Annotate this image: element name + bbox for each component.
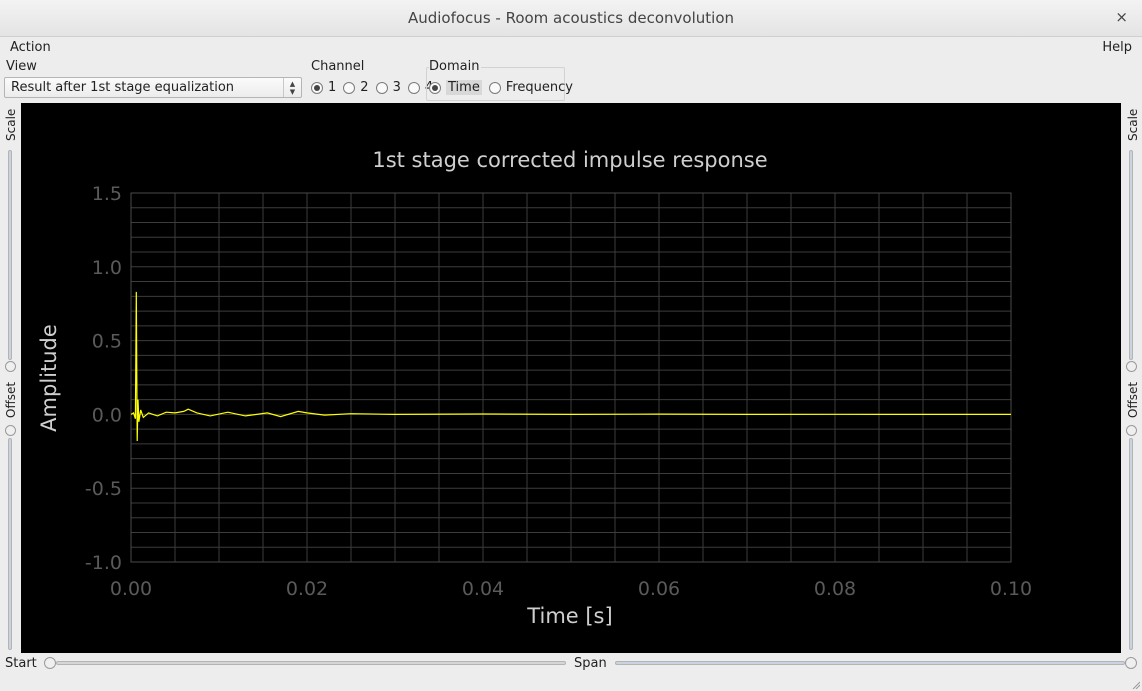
y-tick-label: 1.5 xyxy=(92,183,122,205)
domain-radio-group: Time Frequency xyxy=(429,80,580,95)
spin-arrows-icon: ▲ ▼ xyxy=(283,78,301,97)
title-bar: Audiofocus - Room acoustics deconvolutio… xyxy=(0,0,1142,37)
x-tick-label: 0.02 xyxy=(286,578,328,600)
menu-bar: Action Help xyxy=(0,37,1142,59)
right-scale-slider[interactable] xyxy=(1129,150,1133,360)
plot-canvas[interactable]: 0.00 0.02 0.04 0.06 0.08 0.10 1.5 1.0 0.5 0.0 -0.5… xyxy=(21,103,1121,653)
domain-radio-frequency[interactable] xyxy=(488,81,501,94)
y-tick-label: -1.0 xyxy=(85,552,122,574)
left-scale-label: Scale xyxy=(4,108,18,141)
grid-layer xyxy=(130,192,1012,563)
channel-option-2[interactable]: 2 xyxy=(360,80,368,95)
x-tick-label: 0.10 xyxy=(990,578,1032,600)
window-title: Audiofocus - Room acoustics deconvolutio… xyxy=(407,9,735,27)
channel-label: Channel xyxy=(311,59,365,74)
y-axis-label: Amplitude xyxy=(37,324,61,432)
view-label: View xyxy=(6,59,37,74)
chart-title: 1st stage corrected impulse response xyxy=(372,148,767,172)
x-tick-label: 0.04 xyxy=(462,578,504,600)
span-slider-handle[interactable] xyxy=(1125,657,1137,669)
right-offset-handle[interactable] xyxy=(1126,425,1137,436)
y-tick-label: 0.0 xyxy=(92,404,122,426)
left-scale-handle[interactable] xyxy=(5,361,16,372)
close-icon[interactable]: × xyxy=(1115,8,1128,26)
domain-option-frequency[interactable]: Frequency xyxy=(506,80,573,95)
menu-help[interactable]: Help xyxy=(1102,40,1132,55)
channel-radio-4[interactable] xyxy=(407,81,420,94)
channel-radio-group: 1 2 3 4 xyxy=(311,80,440,95)
view-selected-value: Result after 1st stage equalization xyxy=(11,80,235,95)
start-label: Start xyxy=(5,656,37,671)
view-select[interactable]: Result after 1st stage equalization ▲ ▼ xyxy=(4,77,302,98)
right-scale-label: Scale xyxy=(1126,108,1140,141)
resize-grip-icon[interactable] xyxy=(1132,681,1140,689)
left-scale-slider[interactable] xyxy=(8,150,12,360)
start-slider[interactable] xyxy=(56,661,566,665)
y-tick-label: 1.0 xyxy=(92,257,122,279)
right-scale-handle[interactable] xyxy=(1126,361,1137,372)
span-slider[interactable] xyxy=(615,661,1125,665)
start-slider-handle[interactable] xyxy=(44,657,56,669)
left-offset-handle[interactable] xyxy=(5,425,16,436)
channel-radio-3[interactable] xyxy=(375,81,388,94)
domain-label: Domain xyxy=(429,59,482,74)
channel-radio-2[interactable] xyxy=(343,81,356,94)
impulse-response-chart: 0.00 0.02 0.04 0.06 0.08 0.10 1.5 1.0 0.5 0.0 -0.5… xyxy=(37,148,1032,628)
right-offset-label: Offset xyxy=(1126,381,1140,418)
tick-layer: 0.00 0.02 0.04 0.06 0.08 0.10 1.5 1.0 0.5 0.0 -0.5… xyxy=(85,183,1032,600)
left-offset-label: Offset xyxy=(4,381,18,418)
x-axis-label: Time [s] xyxy=(526,604,612,628)
channel-radio-1[interactable] xyxy=(311,81,323,94)
channel-option-1[interactable]: 1 xyxy=(328,80,336,95)
right-offset-slider[interactable] xyxy=(1129,438,1133,650)
channel-option-3[interactable]: 3 xyxy=(393,80,401,95)
domain-radio-time[interactable] xyxy=(429,81,441,94)
domain-option-time[interactable]: Time xyxy=(446,80,482,95)
x-tick-label: 0.08 xyxy=(814,578,856,600)
left-offset-slider[interactable] xyxy=(8,438,12,650)
span-label: Span xyxy=(574,656,607,671)
y-tick-label: -0.5 xyxy=(85,478,122,500)
y-tick-label: 0.5 xyxy=(92,331,122,353)
x-tick-label: 0.06 xyxy=(638,578,680,600)
menu-action[interactable]: Action xyxy=(10,40,51,55)
x-tick-label: 0.00 xyxy=(110,578,152,600)
